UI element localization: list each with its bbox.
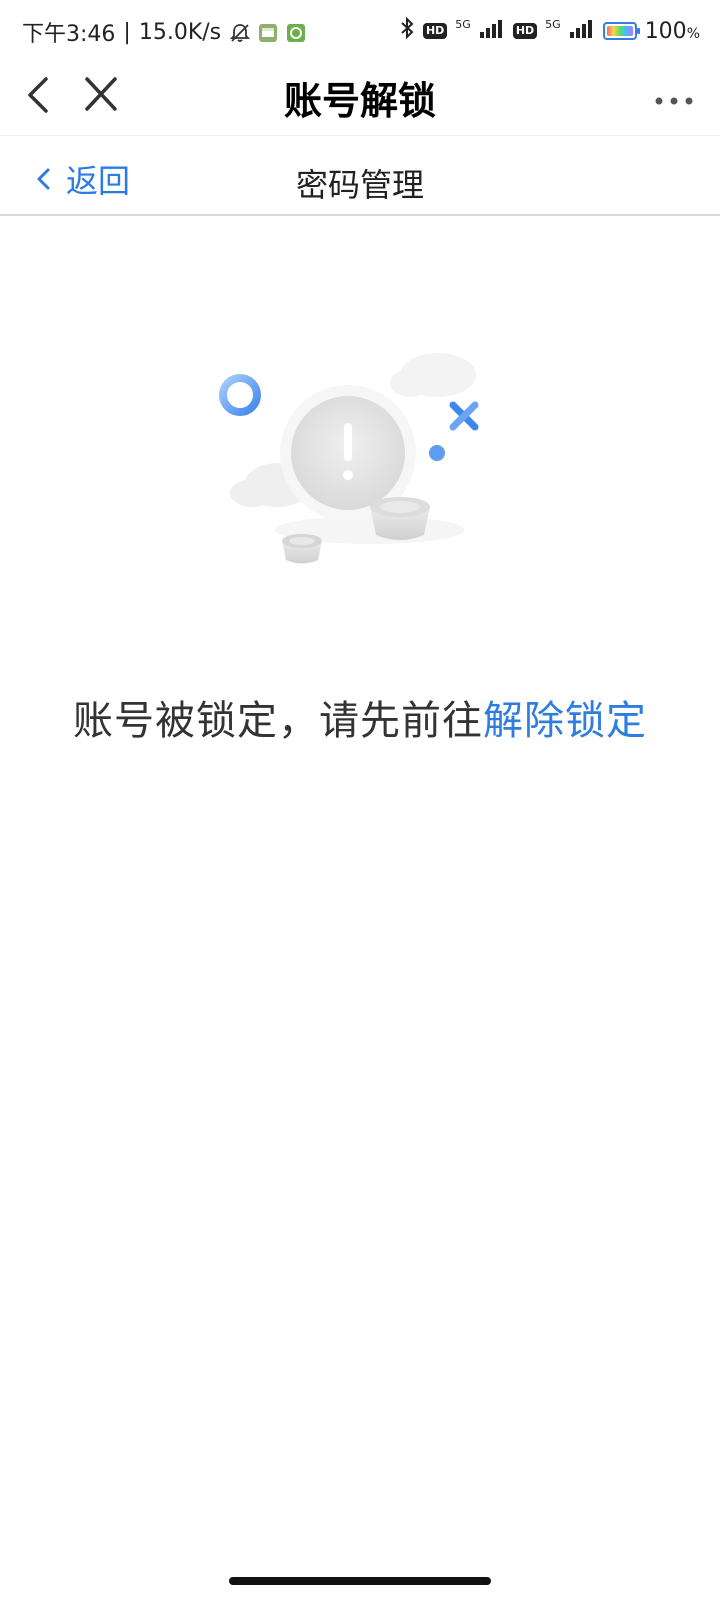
title-bar: 账号解锁 <box>0 60 720 136</box>
locked-warning-illustration <box>210 345 500 585</box>
signal-icon <box>479 18 505 44</box>
app-notification-icon <box>285 22 306 42</box>
network-type: 5G <box>545 17 561 31</box>
page: 下午3:46 | 15.0K/s HD 5G HD 5G 100% 账号解锁 返… <box>0 0 720 1601</box>
status-bar: 下午3:46 | 15.0K/s HD 5G HD 5G 100% <box>0 0 720 60</box>
home-indicator[interactable] <box>229 1577 491 1585</box>
battery-level: 100% <box>644 18 700 44</box>
status-left: 下午3:46 | 15.0K/s <box>22 16 306 48</box>
more-icon[interactable] <box>654 92 694 105</box>
lock-message: 账号被锁定，请先前往解除锁定 <box>0 688 720 746</box>
bluetooth-icon <box>399 16 415 46</box>
status-time: 下午3:46 <box>22 22 116 47</box>
network-type: 5G <box>455 17 471 31</box>
hd-badge: HD <box>422 23 448 39</box>
lock-message-text: 账号被锁定，请先前往 <box>73 698 483 744</box>
status-separator: | <box>123 19 131 45</box>
app-notification-icon <box>257 22 278 42</box>
status-net-speed: 15.0K/s <box>138 19 222 45</box>
mute-bell-icon <box>229 22 251 42</box>
hd-badge: HD <box>512 23 538 39</box>
unlock-link[interactable]: 解除锁定 <box>483 698 647 744</box>
status-right: HD 5G HD 5G 100% <box>399 16 700 46</box>
battery-icon <box>602 22 640 40</box>
section-title: 密码管理 <box>295 166 424 204</box>
page-title: 账号解锁 <box>283 79 436 123</box>
signal-icon <box>569 18 595 44</box>
sub-header: 返回 密码管理 <box>0 136 720 216</box>
